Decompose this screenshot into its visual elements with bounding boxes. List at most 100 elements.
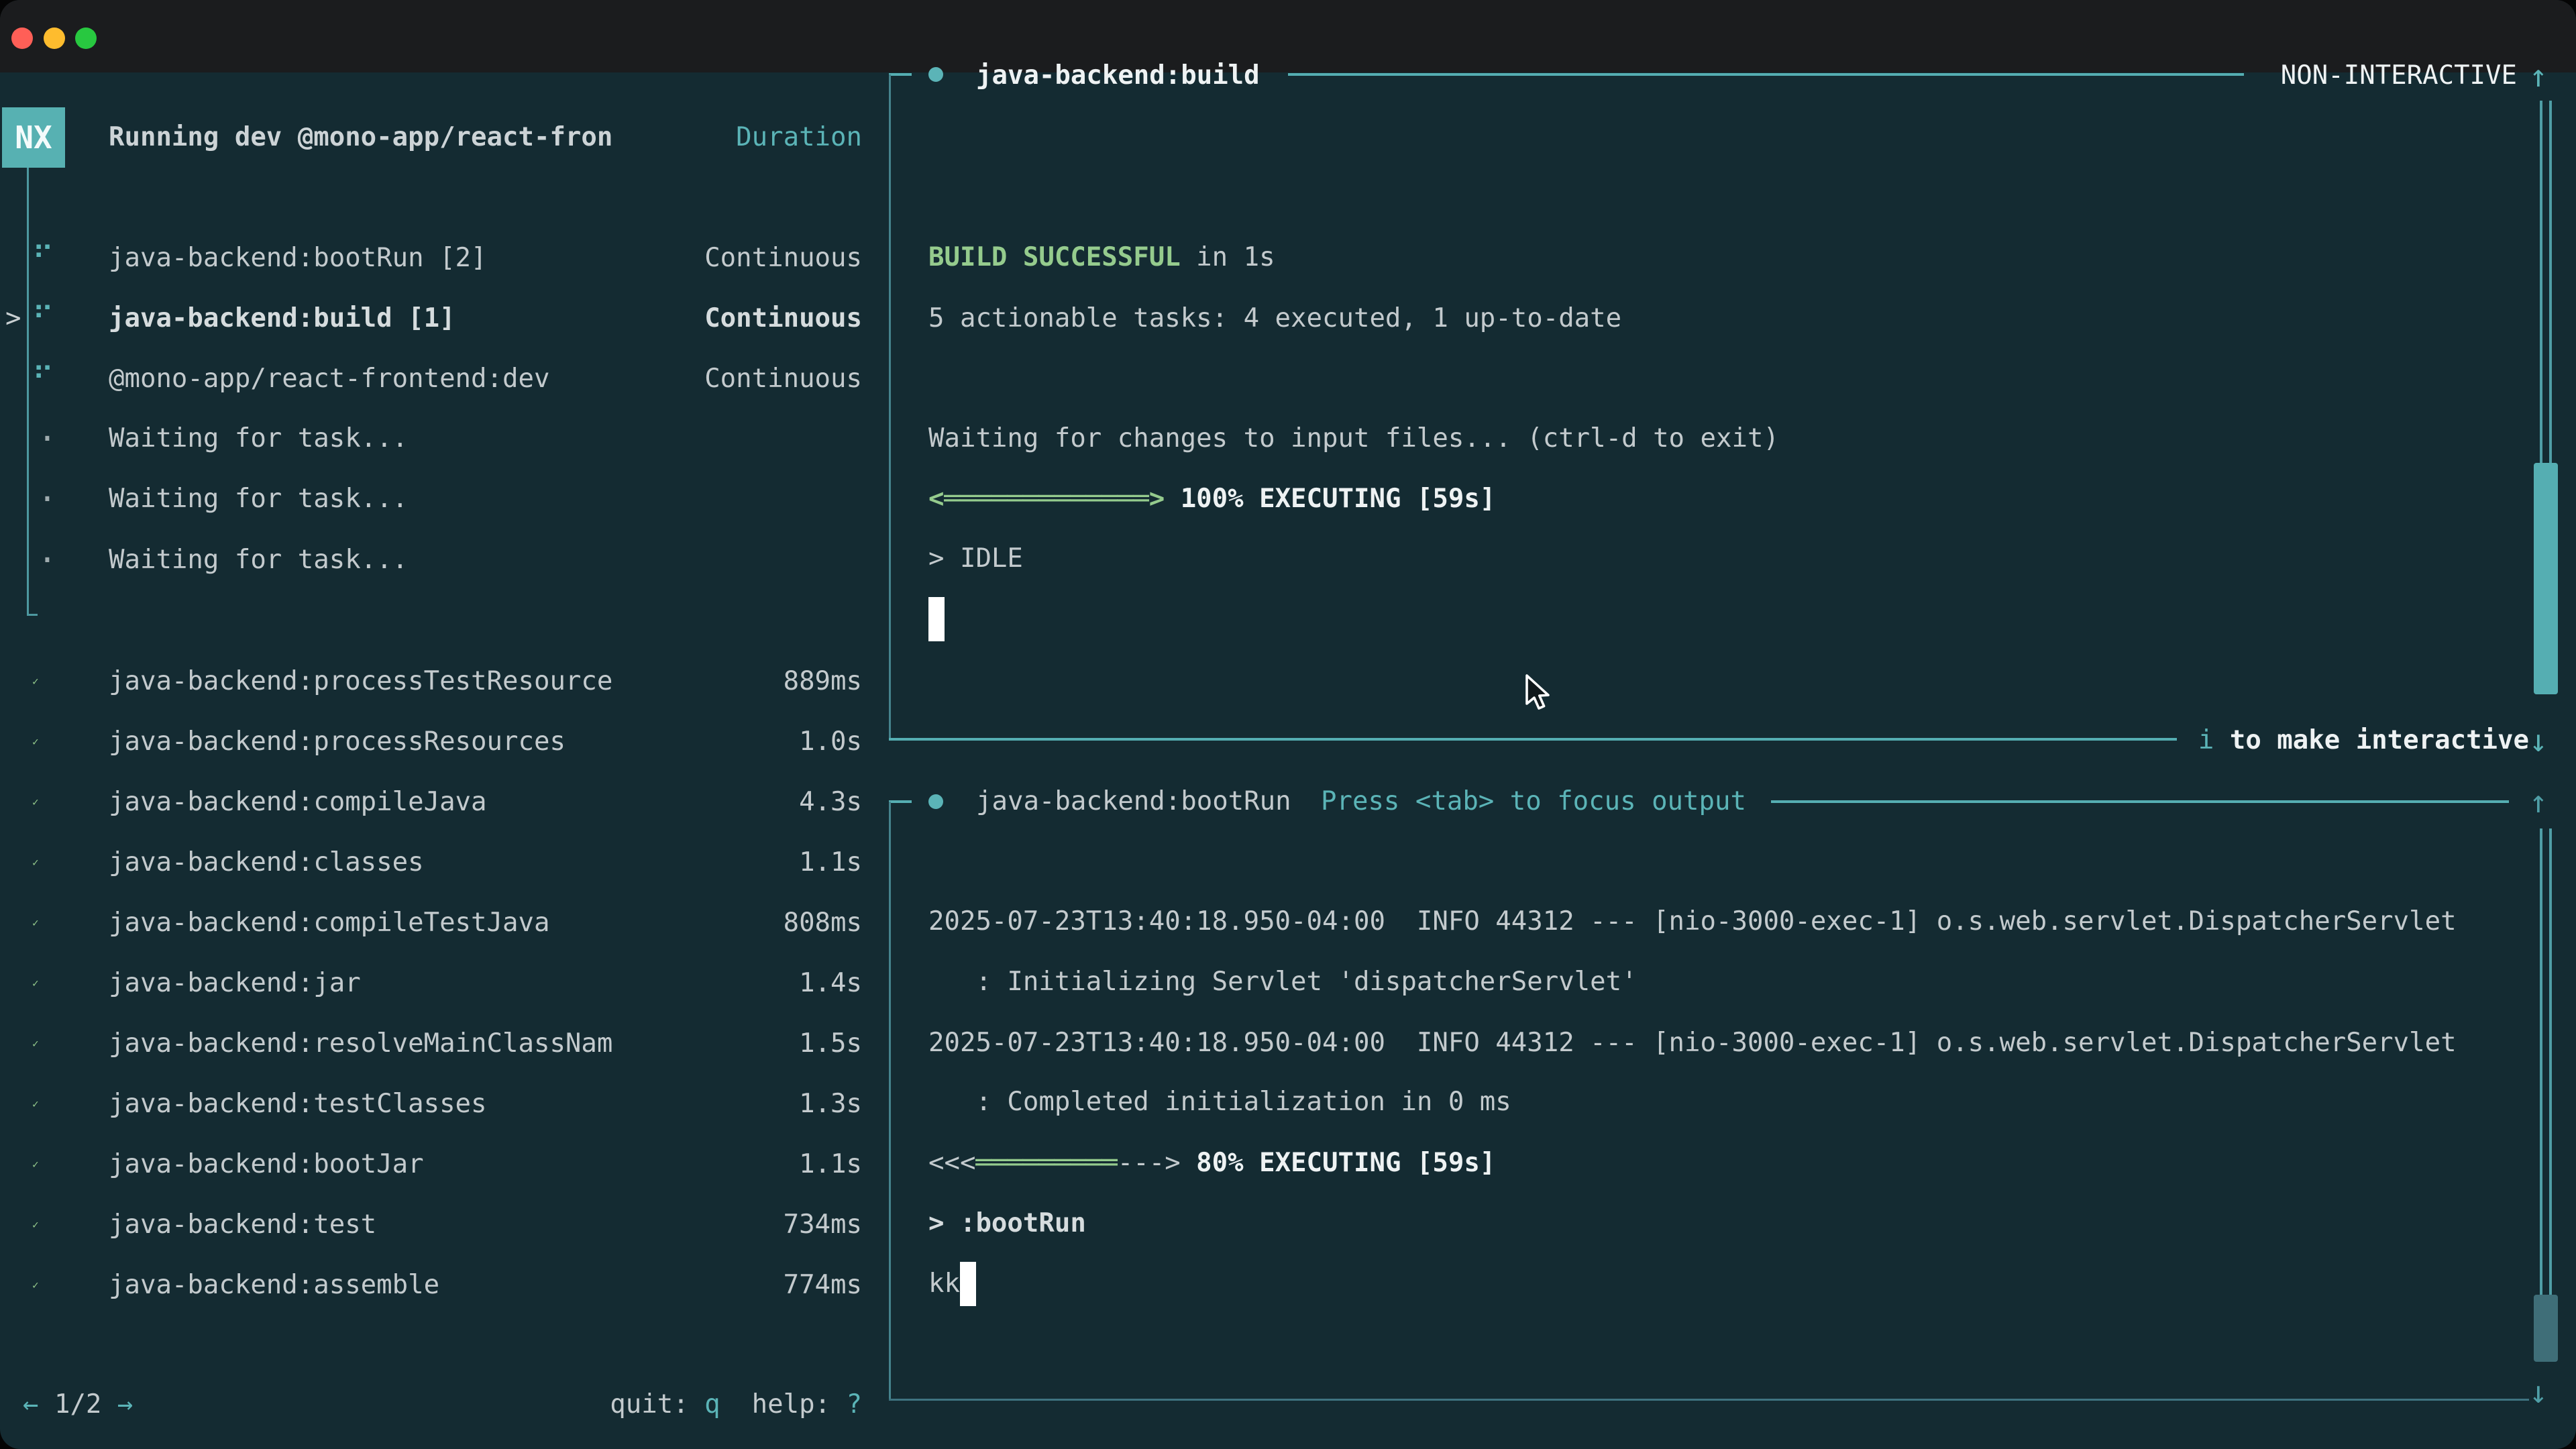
task-status: Continuous — [704, 349, 862, 409]
next-page-arrow-icon[interactable]: → — [117, 1389, 133, 1419]
progress-arrow-left: < — [928, 484, 944, 514]
task-row-done[interactable]: java-backend:jar — [109, 953, 361, 1014]
task-row-frontend-dev[interactable]: @mono-app/react-frontend:dev — [109, 349, 549, 409]
check-icon: ✓ — [32, 651, 39, 712]
task-time: 1.5s — [799, 1014, 862, 1074]
terminal-cursor — [960, 1262, 976, 1306]
task-row-done[interactable]: java-backend:assemble — [109, 1255, 439, 1316]
minimize-button[interactable] — [44, 28, 65, 49]
task-time: 734ms — [784, 1195, 862, 1255]
task-bullet-icon — [928, 794, 943, 809]
task-time: 1.1s — [799, 833, 862, 893]
task-tree-connector-foot — [27, 614, 38, 616]
check-icon: ✓ — [32, 1074, 39, 1134]
task-row-done[interactable]: java-backend:compileTestJava — [109, 893, 549, 953]
check-icon: ✓ — [32, 1195, 39, 1255]
titlebar — [0, 0, 2576, 72]
task-row-build-selected[interactable]: java-backend:build [1] — [109, 288, 455, 349]
mouse-cursor — [1524, 674, 1554, 713]
log-line: 2025-07-23T13:40:18.950-04:00 INFO 44312… — [928, 1013, 2457, 1073]
task-row-done[interactable]: java-backend:bootJar — [109, 1134, 424, 1195]
bottom-panel-left-border — [889, 802, 891, 1400]
log-line: 2025-07-23T13:40:18.950-04:00 INFO 44312… — [928, 892, 2457, 952]
build-successful-text: BUILD SUCCESSFUL — [928, 242, 1181, 272]
terminal-cursor — [928, 597, 945, 641]
interactive-hint-key: i — [2198, 725, 2214, 755]
log-line: : Completed initialization in 0 ms — [928, 1072, 1511, 1132]
duration-column-header: Duration — [736, 107, 862, 168]
spinner-icon: ⠋ — [32, 228, 54, 288]
gradle-progress-bar: <═════════════> 100% EXECUTING [59s] — [928, 469, 1495, 529]
task-row-done[interactable]: java-backend:resolveMainClassNam — [109, 1014, 612, 1074]
waiting-task-row: Waiting for task... — [109, 469, 408, 529]
top-panel-header-rule — [1288, 73, 2244, 76]
waiting-task-row: Waiting for task... — [109, 530, 408, 590]
task-status: Continuous — [704, 288, 862, 349]
scroll-up-icon[interactable]: ↑ — [2529, 46, 2548, 106]
task-row-bootrun[interactable]: java-backend:bootRun [2] — [109, 228, 487, 288]
check-icon: ✓ — [32, 953, 39, 1014]
task-row-done[interactable]: java-backend:testClasses — [109, 1074, 487, 1134]
page-indicator: 1/2 — [54, 1389, 101, 1419]
task-row-done[interactable]: java-backend:classes — [109, 833, 424, 893]
check-icon: ✓ — [32, 833, 39, 893]
help-key[interactable]: ? — [847, 1389, 862, 1419]
task-time: 1.4s — [799, 953, 862, 1014]
progress-bar-fill: ═════════ — [975, 1148, 1117, 1178]
typed-input-text[interactable]: kk — [928, 1254, 960, 1314]
scroll-down-icon[interactable]: ↓ — [2529, 1362, 2548, 1422]
progress-label: 100% EXECUTING [59s] — [1165, 484, 1495, 514]
prev-page-arrow-icon[interactable]: ← — [23, 1389, 38, 1419]
scroll-down-icon[interactable]: ↓ — [2529, 710, 2548, 771]
spinner-icon: ⠋ — [32, 349, 54, 409]
log-line: : Initializing Servlet 'dispatcherServle… — [928, 952, 1638, 1012]
progress-dashes: ---> — [1118, 1148, 1181, 1178]
scrollbar-track[interactable] — [2540, 828, 2552, 1295]
top-panel-bottom-border — [889, 738, 2177, 741]
task-time: 1.1s — [799, 1134, 862, 1195]
non-interactive-badge: NON-INTERACTIVE — [2281, 46, 2517, 106]
top-panel-title: java-backend:build — [976, 46, 1260, 106]
progress-bar-fill: ═════════════ — [944, 484, 1148, 514]
task-row-done[interactable]: java-backend:compileJava — [109, 772, 487, 833]
task-time: 774ms — [784, 1255, 862, 1316]
bootrun-task-line: > :bootRun — [928, 1193, 1086, 1254]
top-panel-header-stub — [889, 73, 912, 76]
task-row-done[interactable]: java-backend:processTestResource — [109, 651, 612, 712]
top-panel-left-border — [889, 74, 891, 741]
waiting-dot-icon: · — [38, 530, 57, 590]
tasks-summary-line: 5 actionable tasks: 4 executed, 1 up-to-… — [928, 288, 1621, 349]
check-icon: ✓ — [32, 1255, 39, 1316]
scrollbar-thumb[interactable] — [2534, 463, 2558, 694]
task-time: 808ms — [784, 893, 862, 953]
quit-key[interactable]: q — [704, 1389, 720, 1419]
spinner-icon: ⠋ — [32, 288, 54, 349]
task-time: 889ms — [784, 651, 862, 712]
scrollbar-track[interactable] — [2540, 101, 2552, 463]
nx-logo: NX — [2, 107, 65, 168]
interactive-hint-text: to make interactive — [2214, 725, 2529, 755]
waiting-for-changes-line: Waiting for changes to input files... (c… — [928, 409, 1779, 469]
check-icon: ✓ — [32, 712, 39, 772]
progress-arrow-right: > — [1149, 484, 1165, 514]
progress-label: 80% EXECUTING [59s] — [1181, 1148, 1496, 1178]
bottom-panel-title: java-backend:bootRun — [976, 771, 1291, 832]
check-icon: ✓ — [32, 893, 39, 953]
bottom-panel-bottom-border — [889, 1399, 2529, 1401]
sidebar-title: Running dev @mono-app/react-fron — [109, 107, 612, 168]
task-time: 1.0s — [799, 712, 862, 772]
close-button[interactable] — [11, 28, 33, 49]
task-row-done[interactable]: java-backend:processResources — [109, 712, 566, 772]
help-label: help: — [752, 1389, 830, 1419]
zoom-button[interactable] — [75, 28, 97, 49]
scrollbar-thumb[interactable] — [2534, 1295, 2558, 1362]
bottom-panel-header-stub — [889, 800, 912, 803]
selected-caret-icon: > — [5, 288, 21, 349]
scroll-up-icon[interactable]: ↑ — [2529, 771, 2548, 832]
make-interactive-hint[interactable]: i to make interactive — [2198, 710, 2529, 771]
task-row-done[interactable]: java-backend:test — [109, 1195, 376, 1255]
waiting-dot-icon: · — [38, 409, 57, 469]
quit-label: quit: — [610, 1389, 688, 1419]
pagination: ← 1/2 → — [23, 1375, 133, 1435]
gradle-progress-bar: <<<═════════---> 80% EXECUTING [59s] — [928, 1133, 1495, 1193]
